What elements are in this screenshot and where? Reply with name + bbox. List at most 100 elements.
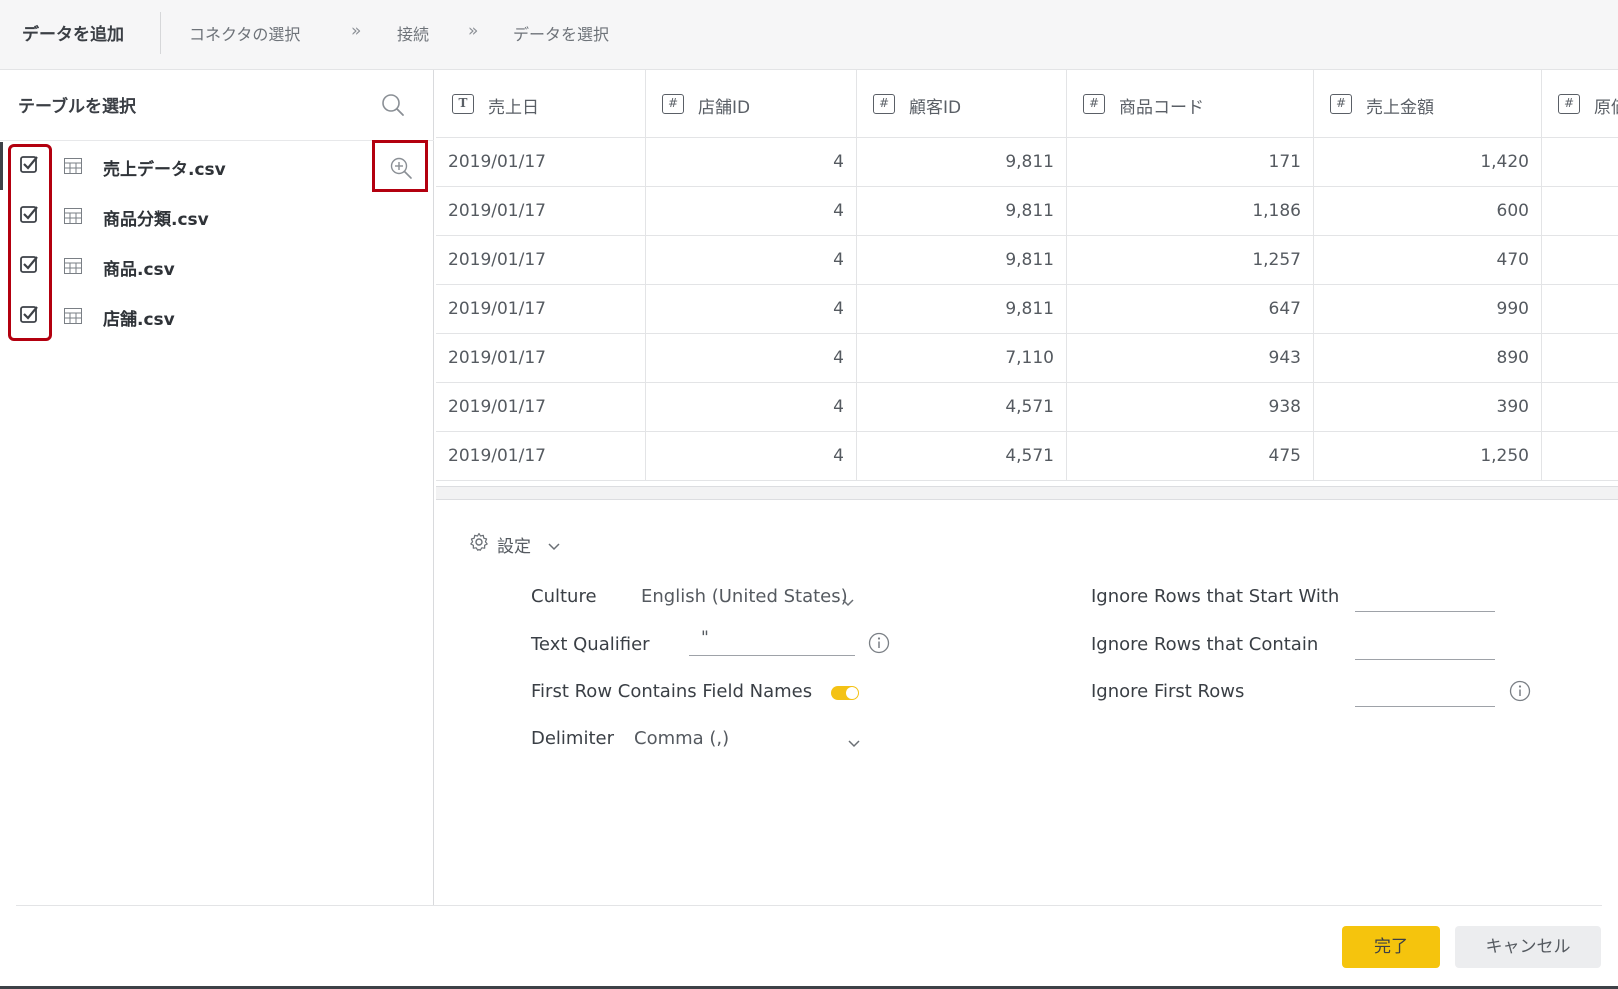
table-cell: 2019/01/17: [436, 432, 646, 481]
search-icon[interactable]: [380, 92, 406, 118]
toggle-knob: [846, 687, 858, 699]
table-row: 2019/01/17 4 9,811 171 1,420: [436, 138, 1618, 187]
table-cell: 2019/01/17: [436, 334, 646, 383]
table-cell: [1542, 285, 1618, 334]
ignore-first-rows-input[interactable]: [1355, 675, 1495, 707]
table-name: 店舗.csv: [103, 310, 175, 330]
table-cell: 890: [1314, 334, 1542, 383]
column-header-label: 商品コード: [1119, 98, 1204, 118]
first-row-toggle[interactable]: [831, 686, 859, 700]
dialog-title: データを追加: [22, 25, 124, 45]
gear-icon: [469, 532, 489, 552]
column-header-label: 売上日: [488, 98, 539, 118]
chevron-down-icon[interactable]: [847, 734, 861, 748]
number-type-icon: #: [1083, 94, 1105, 114]
table-cell: 9,811: [857, 285, 1067, 334]
number-type-icon: #: [662, 94, 684, 114]
table-cell: 2019/01/17: [436, 383, 646, 432]
table-list-item[interactable]: 店舗.csv: [0, 292, 434, 342]
info-icon[interactable]: [1509, 680, 1531, 702]
table-cell: 4: [646, 334, 857, 383]
settings-panel: 設定 Culture English (United States) Text …: [437, 500, 1618, 905]
column-header-label: 売上金額: [1366, 98, 1434, 118]
panel-title: テーブルを選択: [18, 97, 136, 117]
breadcrumb-step-connector[interactable]: コネクタの選択: [189, 21, 300, 45]
ignore-start-input[interactable]: [1355, 580, 1495, 612]
number-type-icon: #: [1558, 94, 1580, 114]
table-cell: 2019/01/17: [436, 138, 646, 187]
table-cell: 7,110: [857, 334, 1067, 383]
number-type-icon: #: [873, 94, 895, 114]
table-cell: 4: [646, 138, 857, 187]
table-cell: 990: [1314, 285, 1542, 334]
table-cell: 9,811: [857, 236, 1067, 285]
table-cell: 4,571: [857, 383, 1067, 432]
table-name: 商品.csv: [103, 260, 175, 280]
table-cell: 2019/01/17: [436, 236, 646, 285]
table-cell: 943: [1067, 334, 1314, 383]
table-cell: 4: [646, 236, 857, 285]
settings-label: 設定: [497, 537, 531, 557]
breadcrumb-separator: »: [351, 21, 362, 41]
table-icon: [64, 308, 82, 324]
breadcrumb-step-select-data: データを選択: [513, 25, 610, 44]
table-cell: 475: [1067, 432, 1314, 481]
table-row: 2019/01/17 4 9,811 1,257 470: [436, 236, 1618, 285]
table-cell: 390: [1314, 383, 1542, 432]
column-header-label: 店舗ID: [698, 98, 751, 118]
table-row: 2019/01/17 4 4,571 475 1,250: [436, 432, 1618, 481]
delimiter-label: Delimiter: [531, 728, 615, 749]
table-row: 2019/01/17 4 9,811 1,186 600: [436, 187, 1618, 236]
table-cell: 1,186: [1067, 187, 1314, 236]
column-header[interactable]: # 顧客ID: [857, 70, 1067, 138]
info-icon[interactable]: [868, 632, 890, 654]
column-header[interactable]: # 原価: [1542, 70, 1618, 138]
table-cell: 2019/01/17: [436, 285, 646, 334]
delimiter-select[interactable]: Comma (,): [634, 728, 729, 749]
table-cell: 4,571: [857, 432, 1067, 481]
table-cell: 9,811: [857, 138, 1067, 187]
table-icon: [64, 158, 82, 174]
cancel-button[interactable]: キャンセル: [1455, 926, 1601, 968]
grid-horizontal-scrollbar[interactable]: [436, 486, 1618, 500]
table-cell: 938: [1067, 383, 1314, 432]
column-header[interactable]: T 売上日: [436, 70, 646, 138]
chevron-down-icon[interactable]: [841, 593, 855, 607]
breadcrumb-step-connect[interactable]: 接続: [397, 21, 429, 45]
table-cell: 4: [646, 187, 857, 236]
data-preview-grid: T 売上日 # 店舗ID # 顧客ID # 商品コード # 売上金額 # 原価 …: [436, 70, 1618, 486]
done-button[interactable]: 完了: [1342, 926, 1440, 968]
dialog-header: データを追加 コネクタの選択 » 接続 » データを選択: [0, 0, 1618, 70]
ignore-first-rows-label: Ignore First Rows: [1091, 681, 1245, 702]
column-header-label: 顧客ID: [909, 98, 962, 118]
table-cell: 4: [646, 285, 857, 334]
table-row: 2019/01/17 4 9,811 647 990: [436, 285, 1618, 334]
header-divider: [160, 12, 161, 54]
first-row-label: First Row Contains Field Names: [531, 681, 813, 702]
culture-select[interactable]: English (United States): [641, 586, 848, 607]
text-qualifier-input[interactable]: ": [689, 624, 855, 656]
ignore-contain-input[interactable]: [1355, 628, 1495, 660]
table-cell: 9,811: [857, 187, 1067, 236]
table-name: 商品分類.csv: [103, 210, 209, 230]
column-header[interactable]: # 売上金額: [1314, 70, 1542, 138]
highlight-box-checkboxes: [8, 144, 52, 341]
table-cell: 1,257: [1067, 236, 1314, 285]
text-type-icon: T: [452, 94, 474, 114]
table-cell: 647: [1067, 285, 1314, 334]
table-cell: 2019/01/17: [436, 187, 646, 236]
table-row: 2019/01/17 4 7,110 943 890: [436, 334, 1618, 383]
table-cell: 4: [646, 383, 857, 432]
table-list-item[interactable]: 商品.csv: [0, 242, 434, 292]
ignore-contain-label: Ignore Rows that Contain: [1091, 634, 1319, 655]
table-select-panel: テーブルを選択 売上データ.csv 商品分類.csv 商品.csv 店舗.csv: [0, 70, 434, 905]
column-header[interactable]: # 商品コード: [1067, 70, 1314, 138]
table-cell: [1542, 187, 1618, 236]
highlight-box-zoom: [372, 140, 428, 192]
table-row: 2019/01/17 4 4,571 938 390: [436, 383, 1618, 432]
table-cell: [1542, 236, 1618, 285]
panel-divider: [0, 140, 434, 141]
table-list-item[interactable]: 売上データ.csv: [0, 142, 434, 192]
table-list-item[interactable]: 商品分類.csv: [0, 192, 434, 242]
column-header[interactable]: # 店舗ID: [646, 70, 857, 138]
